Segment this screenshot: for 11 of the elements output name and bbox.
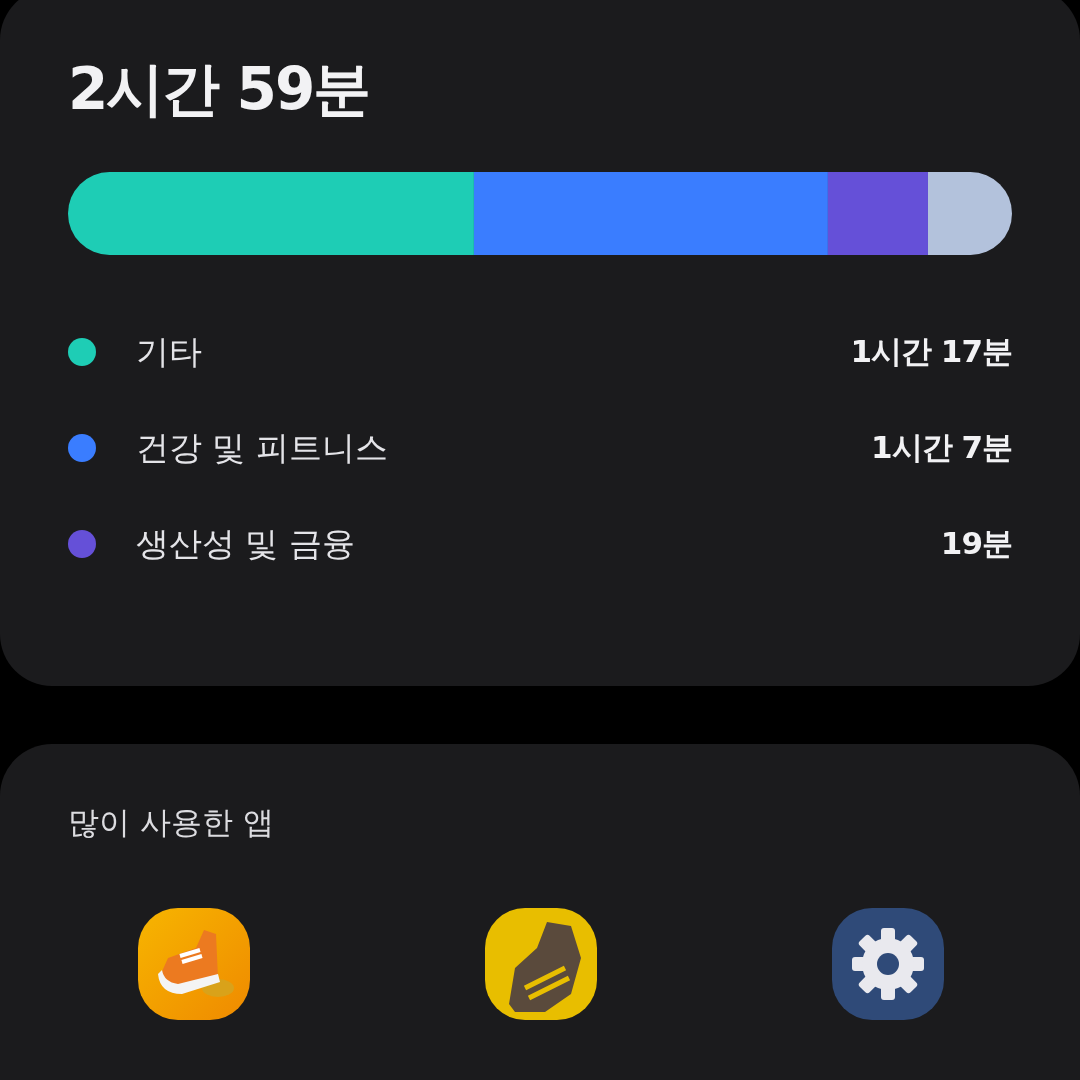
category-time: 1시간 7분 [871,428,1012,467]
section-title: 많이 사용한 앱 [68,803,275,842]
category-name: 건강 및 피트니스 [136,426,389,469]
category-name: 생산성 및 금융 [136,522,356,565]
category-time: 1시간 17분 [850,332,1012,371]
category-name: 기타 [136,330,203,373]
total-time: 2시간 59분 [68,54,371,124]
sneaker-icon[interactable] [485,908,597,1020]
category-time: 19분 [940,524,1012,563]
shoe-icon[interactable] [138,908,250,1020]
gear-icon[interactable] [832,908,944,1020]
